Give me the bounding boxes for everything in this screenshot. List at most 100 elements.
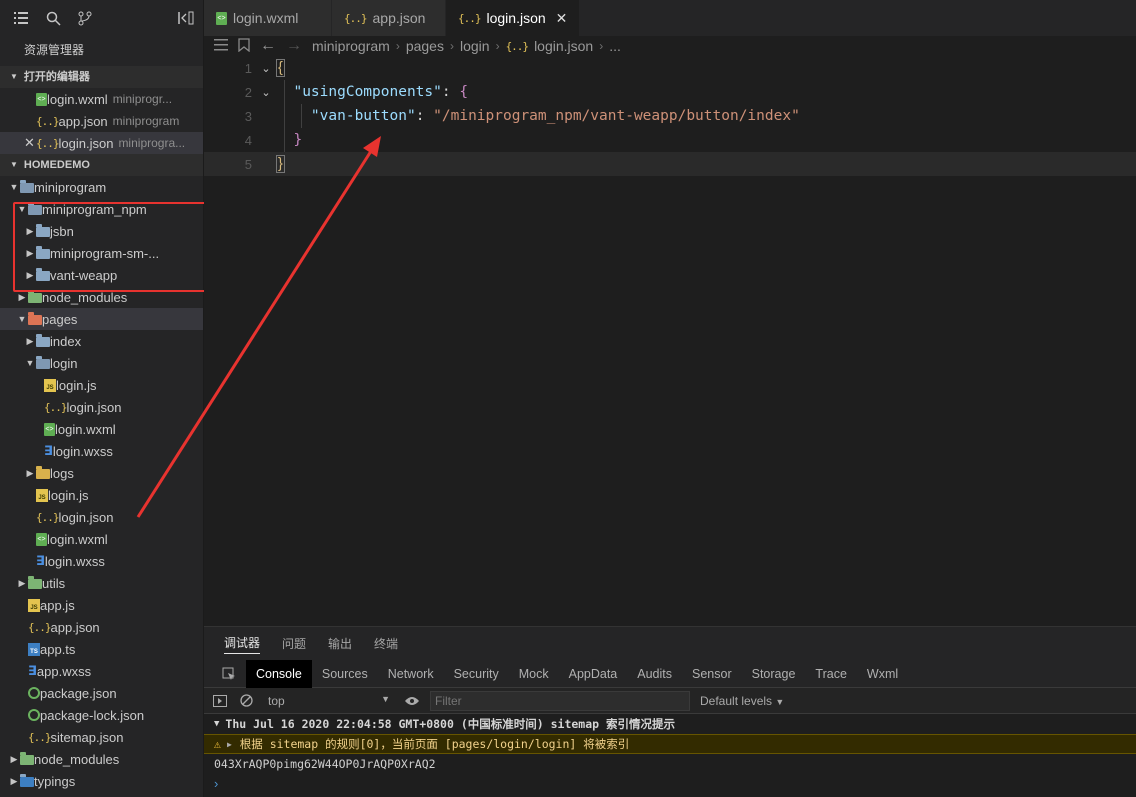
tree-folder[interactable]: ▼ login <box>0 352 203 374</box>
json-file-icon: {..} <box>28 620 51 634</box>
tree-file[interactable]: {..} app.json <box>0 616 203 638</box>
tree-file[interactable]: ∃ app.wxss <box>0 660 203 682</box>
editor-tab[interactable]: {..} login.json ✕ <box>446 0 581 36</box>
editor-tabs: <> login.wxml {..} app.json {..} login.json ✕ <box>204 0 1136 36</box>
breadcrumb-item[interactable]: pages <box>406 38 444 54</box>
open-editor-item[interactable]: <> login.wxml miniprogr... <box>0 88 203 110</box>
levels-dropdown[interactable]: Default levels ▼ <box>700 694 784 708</box>
eye-icon[interactable] <box>404 693 420 709</box>
chevron-right-icon[interactable]: ▶ <box>8 754 20 765</box>
tree-file[interactable]: {..} login.json <box>0 396 203 418</box>
clear-console-icon[interactable] <box>238 693 254 709</box>
warning-icon: ⚠ <box>214 737 221 751</box>
chevron-down-icon[interactable]: ▼ <box>24 358 36 368</box>
tree-folder[interactable]: ▼ miniprogram <box>0 176 203 198</box>
fold-chevron-icon[interactable]: ⌄ <box>256 86 276 99</box>
panel-tab[interactable]: 输出 <box>328 635 352 652</box>
tree-folder[interactable]: ▶ typings <box>0 770 203 792</box>
devtools-tab[interactable]: Mock <box>509 660 559 688</box>
log-warning[interactable]: ⚠ ▶ 根据 sitemap 的规则[0]，当前页面 [pages/login/… <box>204 734 1136 754</box>
breadcrumb-item[interactable]: miniprogram <box>312 38 390 54</box>
json-file-icon: {..} <box>36 114 59 128</box>
devtools-tab[interactable]: Sensor <box>682 660 742 688</box>
breadcrumb-item[interactable]: login.json <box>534 38 593 54</box>
back-arrow-icon[interactable]: ← <box>260 37 276 55</box>
tree-file[interactable]: ∃ login.wxss <box>0 550 203 572</box>
devtools-tab[interactable]: Security <box>444 660 509 688</box>
dropdown-arrow-icon: ▼ <box>381 693 390 704</box>
tree-folder[interactable]: ▶ index <box>0 330 203 352</box>
tree-folder[interactable]: ▶ utils <box>0 572 203 594</box>
json-file-icon: {..} <box>505 39 529 53</box>
search-icon[interactable] <box>44 9 62 27</box>
open-editor-item[interactable]: ✕ {..} login.json miniprogra... <box>0 132 203 154</box>
open-editor-path: miniprogr... <box>112 92 173 106</box>
devtools-tab[interactable]: Trace <box>805 660 857 688</box>
tree-file[interactable]: ∃ login.wxss <box>0 440 203 462</box>
json-file-icon: {..} <box>344 11 367 25</box>
editor-tab[interactable]: {..} app.json <box>332 0 446 36</box>
tree-file[interactable]: package-lock.json <box>0 704 203 726</box>
tree-file[interactable]: <> login.wxml <box>0 418 203 440</box>
source-control-icon[interactable] <box>76 9 94 27</box>
filter-input[interactable] <box>430 690 690 711</box>
panel-tab[interactable]: 终端 <box>374 635 398 652</box>
devtools-tab[interactable]: Audits <box>627 660 682 688</box>
tree-file[interactable]: {..} login.json <box>0 506 203 528</box>
tree-file[interactable]: JS login.js <box>0 374 203 396</box>
devtools-tab[interactable]: Network <box>378 660 444 688</box>
close-icon[interactable]: ✕ <box>556 10 568 27</box>
code-line: 2 ⌄ "usingComponents": { <box>204 80 1136 104</box>
panel-tab[interactable]: 问题 <box>282 635 306 652</box>
tree-file[interactable]: package.json <box>0 682 203 704</box>
close-icon[interactable]: ✕ <box>24 135 35 151</box>
sidebar-toggle-icon[interactable] <box>212 693 228 709</box>
project-header[interactable]: ▼ HOMEDEMO <box>0 154 203 176</box>
open-editor-item[interactable]: {..} app.json miniprogram <box>0 110 203 132</box>
tree-file[interactable]: JS app.js <box>0 594 203 616</box>
tree-file[interactable]: JS login.js <box>0 484 203 506</box>
breadcrumb-item[interactable]: ... <box>609 38 621 54</box>
explorer-icon[interactable] <box>12 9 30 27</box>
code-line: 1 ⌄ { <box>204 56 1136 80</box>
devtools-tab[interactable]: AppData <box>559 660 628 688</box>
inspect-element-icon[interactable] <box>212 660 246 688</box>
code-editor[interactable]: 1 ⌄ { 2 ⌄ "usingComponents": { 3 "van-bu… <box>204 56 1136 626</box>
outline-icon[interactable] <box>214 38 228 54</box>
line-number: 5 <box>244 156 252 172</box>
devtools-tab[interactable]: Storage <box>742 660 806 688</box>
collapse-sidebar-icon[interactable] <box>177 9 195 27</box>
tree-folder[interactable]: ▶ logs <box>0 462 203 484</box>
context-value: top <box>268 693 285 708</box>
bookmark-icon[interactable] <box>238 37 250 55</box>
wxml-file-icon: <> <box>44 422 55 436</box>
log-group-header[interactable]: ▼ Thu Jul 16 2020 22:04:58 GMT+0800 (中国标… <box>204 714 1136 734</box>
console-prompt[interactable]: › <box>204 774 1136 792</box>
context-select[interactable]: top ▼ <box>264 694 394 708</box>
chevron-right-icon[interactable]: ▶ <box>8 776 20 787</box>
tree-folder[interactable]: ▶ node_modules <box>0 748 203 770</box>
breadcrumb-item[interactable]: login <box>460 38 490 54</box>
chevron-down-icon[interactable]: ▼ <box>16 314 28 324</box>
tree-file[interactable]: {..} sitemap.json <box>0 726 203 748</box>
devtools-tab[interactable]: Sources <box>312 660 378 688</box>
fold-chevron-icon[interactable]: ⌄ <box>256 62 276 75</box>
tree-label: login.wxss <box>52 443 113 459</box>
tree-folder[interactable]: ▼ pages <box>0 308 203 330</box>
chevron-right-icon[interactable]: ▶ <box>24 468 36 479</box>
chevron-right-icon[interactable]: ▶ <box>24 336 36 347</box>
folder-icon <box>36 334 50 347</box>
panel-tab[interactable]: 调试器 <box>224 634 261 654</box>
tree-file[interactable]: TS app.ts <box>0 638 203 660</box>
devtools-tab[interactable]: Console <box>246 659 312 688</box>
chevron-down-icon[interactable]: ▼ <box>8 182 20 192</box>
devtools-tab[interactable]: Wxml <box>857 660 908 688</box>
chevron-right-icon[interactable]: ▶ <box>16 578 28 589</box>
tree-file[interactable]: <> login.wxml <box>0 528 203 550</box>
chevron-right-icon[interactable]: ▶ <box>16 292 28 303</box>
forward-arrow-icon[interactable]: → <box>286 37 302 55</box>
open-editor-name: app.json <box>58 113 108 129</box>
open-editors-header[interactable]: ▼ 打开的编辑器 <box>0 66 203 88</box>
editor-tab[interactable]: <> login.wxml <box>204 0 332 36</box>
tree-label: login.json <box>58 509 114 525</box>
